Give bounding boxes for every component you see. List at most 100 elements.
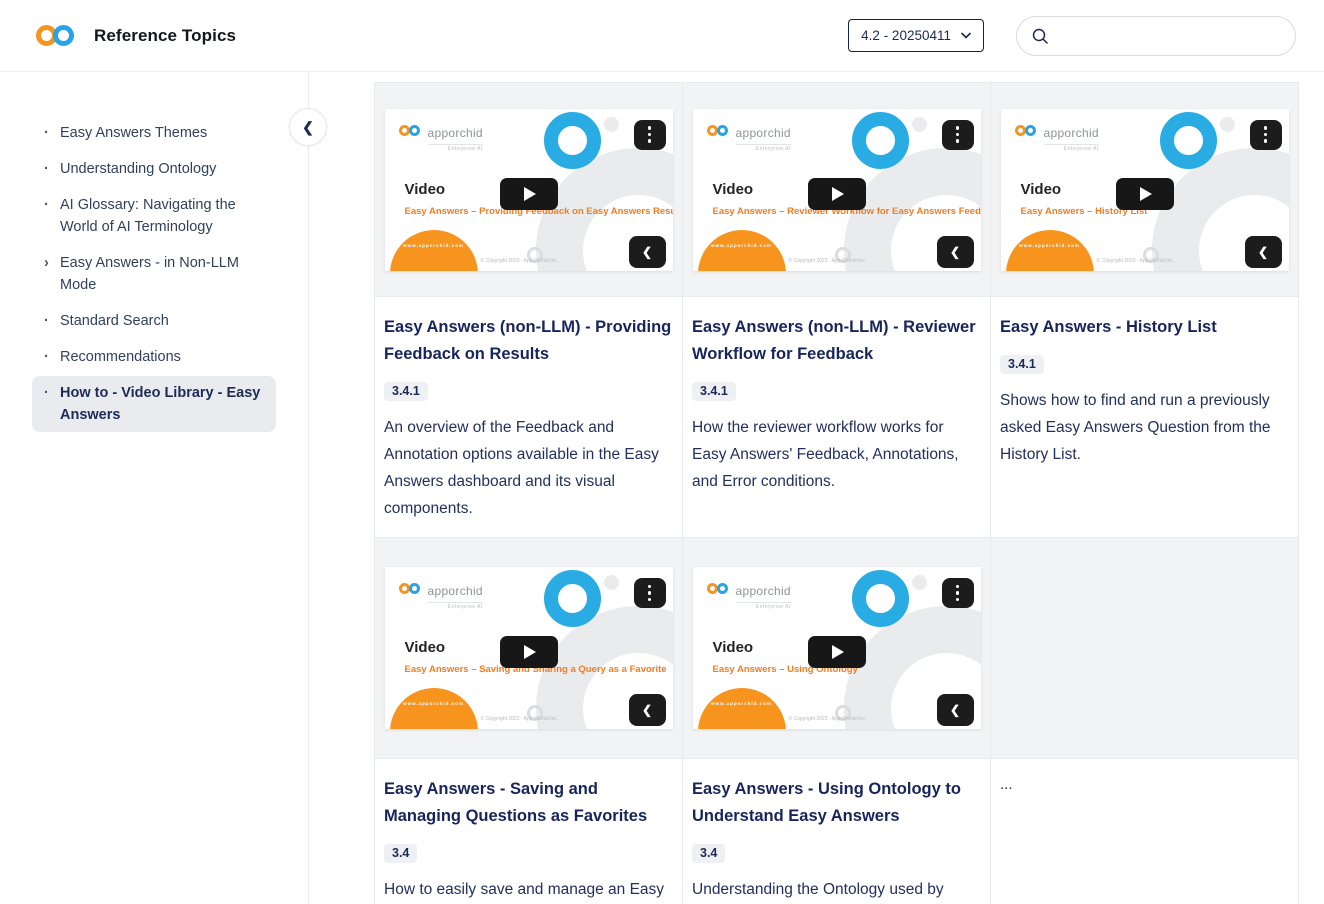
video-title: Easy Answers - History List [1000, 314, 1288, 341]
copyright-text: © Copyright 2023 - App Orchid Inc. [481, 716, 559, 722]
play-button[interactable] [808, 178, 866, 210]
blue-ring-icon [1160, 112, 1217, 169]
brand-subtitle: Enterprise AI [428, 602, 483, 610]
video-info-cell: Easy Answers - History List 3.4.1 Shows … [991, 297, 1299, 538]
thumbnail-chevron-button[interactable]: ❮ [629, 236, 666, 268]
video-title: Easy Answers (non-LLM) - Reviewer Workfl… [692, 314, 980, 368]
bullet-icon: · [44, 194, 60, 216]
apporchid-logo-icon: apporchid Enterprise AI [399, 124, 483, 152]
video-description: Shows how to find and run a previously a… [1000, 387, 1288, 468]
chevron-left-icon: ❮ [642, 245, 652, 259]
apporchid-logo-icon: apporchid Enterprise AI [1015, 124, 1099, 152]
sidebar-item-label: Standard Search [60, 310, 169, 332]
play-icon [1140, 187, 1152, 201]
sidebar-item-standard-search[interactable]: · Standard Search [32, 304, 276, 338]
sidebar-item-ai-glossary[interactable]: · AI Glossary: Navigating the World of A… [32, 188, 276, 244]
video-description: An overview of the Feedback and Annotati… [384, 414, 672, 522]
kebab-menu-icon [648, 585, 652, 602]
sidebar-item-how-to-video-library[interactable]: · How to - Video Library - Easy Answers [32, 376, 276, 432]
video-label: Video [713, 181, 754, 198]
play-icon [832, 645, 844, 659]
search-icon [1031, 27, 1049, 45]
video-info-cell: Easy Answers (non-LLM) - Providing Feedb… [375, 297, 683, 538]
kebab-menu-button[interactable] [634, 120, 666, 150]
play-button[interactable] [500, 178, 558, 210]
blue-ring-icon [852, 570, 909, 627]
thumbnail-chevron-button[interactable]: ❮ [629, 694, 666, 726]
video-thumbnail-cell: apporchid Enterprise AI Video Easy Answe… [991, 83, 1299, 297]
website-text: www.apporchid.com [698, 701, 786, 706]
play-icon [524, 187, 536, 201]
video-label: Video [1021, 181, 1062, 198]
thumbnail-chevron-button[interactable]: ❮ [937, 694, 974, 726]
bullet-icon: · [44, 122, 60, 144]
apporchid-logo-icon: apporchid Enterprise AI [707, 582, 791, 610]
sidebar-item-easy-answers-non-llm[interactable]: › Easy Answers - in Non-LLM Mode [32, 246, 276, 302]
sidebar-item-label: AI Glossary: Navigating the World of AI … [60, 194, 264, 238]
collapse-sidebar-button[interactable]: ❮ [289, 108, 327, 146]
brand-subtitle: Enterprise AI [736, 144, 791, 152]
orange-arc: www.apporchid.com [390, 230, 478, 271]
thumbnail-chevron-button[interactable]: ❮ [1245, 236, 1282, 268]
play-button[interactable] [1116, 178, 1174, 210]
brand-subtitle: Enterprise AI [736, 602, 791, 610]
video-label: Video [405, 639, 446, 656]
sidebar-item-recommendations[interactable]: · Recommendations [32, 340, 276, 374]
play-button[interactable] [500, 636, 558, 668]
video-title: Easy Answers - Using Ontology to Underst… [692, 776, 980, 830]
apporchid-logo-icon [36, 23, 76, 49]
kebab-menu-icon [1264, 126, 1268, 143]
video-thumbnail[interactable]: apporchid Enterprise AI Video Easy Answe… [385, 109, 673, 271]
video-thumbnail[interactable]: apporchid Enterprise AI Video Easy Answe… [693, 109, 981, 271]
sidebar-item-label: Recommendations [60, 346, 181, 368]
sidebar-item-easy-answers-themes[interactable]: · Easy Answers Themes [32, 116, 276, 150]
kebab-menu-icon [956, 585, 960, 602]
video-grid: apporchid Enterprise AI Video Easy Answe… [374, 82, 1299, 904]
video-thumbnail[interactable]: apporchid Enterprise AI Video Easy Answe… [385, 567, 673, 729]
video-info-cell: Easy Answers - Saving and Managing Quest… [375, 759, 683, 904]
video-title: Easy Answers - Saving and Managing Quest… [384, 776, 672, 830]
website-text: www.apporchid.com [390, 701, 478, 706]
video-thumbnail-cell: apporchid Enterprise AI Video Easy Answe… [683, 83, 991, 297]
kebab-menu-icon [648, 126, 652, 143]
decorative-dot [912, 117, 927, 132]
placeholder-cell: ... [991, 759, 1299, 904]
brand-subtitle: Enterprise AI [1044, 144, 1099, 152]
play-icon [832, 187, 844, 201]
kebab-menu-icon [956, 126, 960, 143]
brand-name: apporchid [428, 584, 483, 598]
version-badge: 3.4.1 [1000, 355, 1044, 374]
video-thumbnail[interactable]: apporchid Enterprise AI Video Easy Answe… [1001, 109, 1289, 271]
video-description: How to easily save and manage an Easy [384, 876, 672, 903]
orange-arc: www.apporchid.com [1006, 230, 1094, 271]
video-thumbnail-cell: apporchid Enterprise AI Video Easy Answe… [375, 83, 683, 297]
chevron-left-icon: ❮ [302, 119, 314, 136]
kebab-menu-button[interactable] [942, 578, 974, 608]
chevron-left-icon: ❮ [642, 703, 652, 717]
kebab-menu-button[interactable] [1250, 120, 1282, 150]
video-title: Easy Answers (non-LLM) - Providing Feedb… [384, 314, 672, 368]
chevron-left-icon: ❮ [950, 245, 960, 259]
blue-ring-icon [544, 112, 601, 169]
search-box[interactable] [1016, 16, 1296, 56]
video-thumbnail-cell: apporchid Enterprise AI Video Easy Answe… [375, 538, 683, 759]
copyright-text: © Copyright 2023 - App Orchid Inc. [481, 258, 559, 264]
kebab-menu-button[interactable] [634, 578, 666, 608]
orange-arc: www.apporchid.com [390, 688, 478, 729]
play-button[interactable] [808, 636, 866, 668]
version-selector[interactable]: 4.2 - 20250411 [848, 19, 984, 52]
version-badge: 3.4.1 [692, 382, 736, 401]
main-content: apporchid Enterprise AI Video Easy Answe… [309, 72, 1324, 904]
bullet-icon: · [44, 382, 60, 404]
thumbnail-chevron-button[interactable]: ❮ [937, 236, 974, 268]
sidebar-item-label: Understanding Ontology [60, 158, 216, 180]
search-input[interactable] [1057, 28, 1281, 44]
sidebar-item-understanding-ontology[interactable]: · Understanding Ontology [32, 152, 276, 186]
video-thumbnail[interactable]: apporchid Enterprise AI Video Easy Answe… [693, 567, 981, 729]
website-text: www.apporchid.com [698, 243, 786, 248]
play-icon [524, 645, 536, 659]
video-thumbnail-cell: apporchid Enterprise AI Video Easy Answe… [683, 538, 991, 759]
apporchid-logo-icon: apporchid Enterprise AI [399, 582, 483, 610]
kebab-menu-button[interactable] [942, 120, 974, 150]
blue-ring-icon [544, 570, 601, 627]
